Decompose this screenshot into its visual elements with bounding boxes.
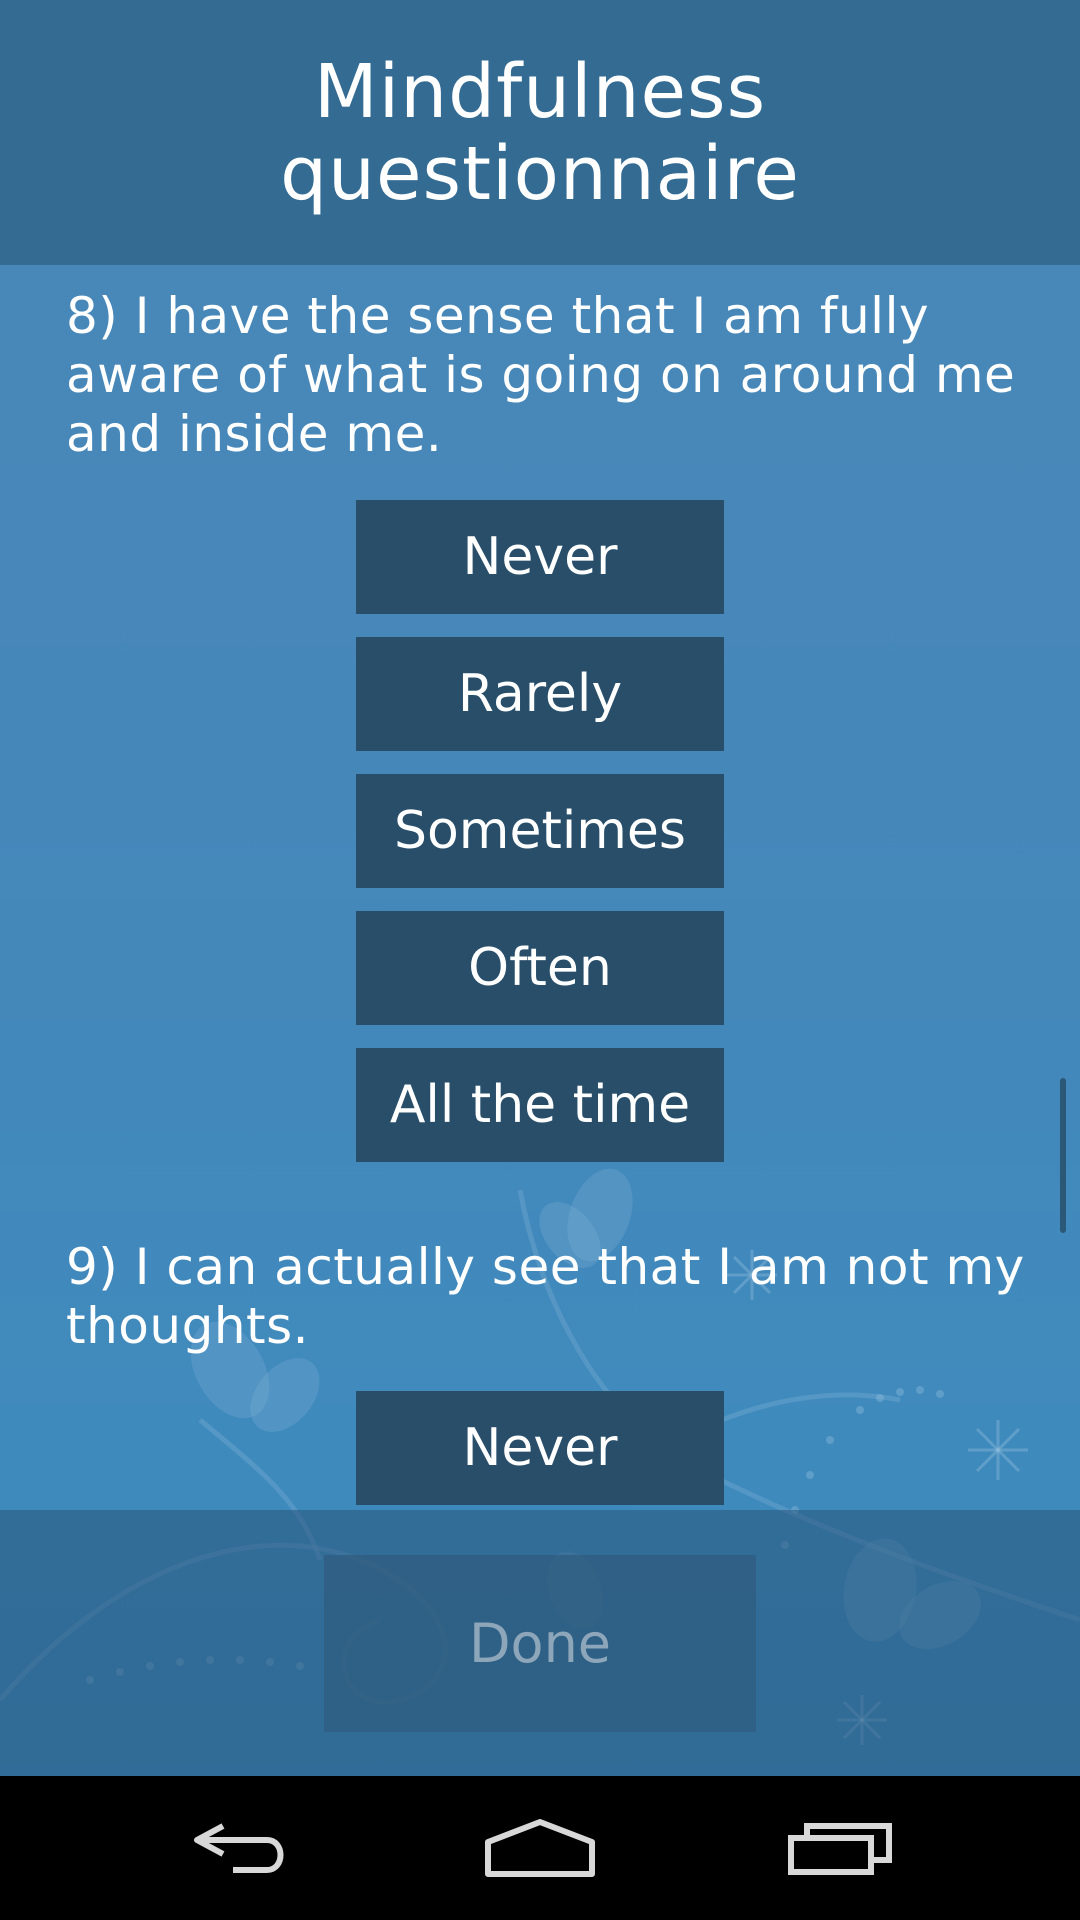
scrollbar-thumb[interactable] <box>1060 1078 1066 1233</box>
q9-answer-never-button[interactable]: Never <box>356 1391 724 1505</box>
recent-apps-icon[interactable] <box>760 1790 920 1906</box>
home-icon[interactable] <box>460 1790 620 1906</box>
questionnaire-scroll-area[interactable]: 8) I have the sense that I am fully awar… <box>0 265 1080 1510</box>
app-header: Mindfulness questionnaire <box>0 0 1080 265</box>
done-button[interactable]: Done <box>324 1555 756 1732</box>
footer-bar: Done <box>0 1510 1080 1776</box>
back-icon[interactable] <box>160 1790 320 1906</box>
q8-answer-rarely-button[interactable]: Rarely <box>356 637 724 751</box>
page-title-line-1: Mindfulness <box>313 48 767 135</box>
system-navigation-bar <box>0 1776 1080 1920</box>
q8-answer-all-the-time-button[interactable]: All the time <box>356 1048 724 1162</box>
q8-answer-often-button[interactable]: Often <box>356 911 724 1025</box>
page-title-line-2: questionnaire <box>280 130 800 217</box>
app-screen: Mindfulness questionnaire 8) I have the … <box>0 0 1080 1920</box>
question-8-text: 8) I have the sense that I am fully awar… <box>66 287 1016 463</box>
q8-answer-sometimes-button[interactable]: Sometimes <box>356 774 724 888</box>
question-9-text: 9) I can actually see that I am not my t… <box>66 1238 1025 1355</box>
q8-answer-never-button[interactable]: Never <box>356 500 724 614</box>
